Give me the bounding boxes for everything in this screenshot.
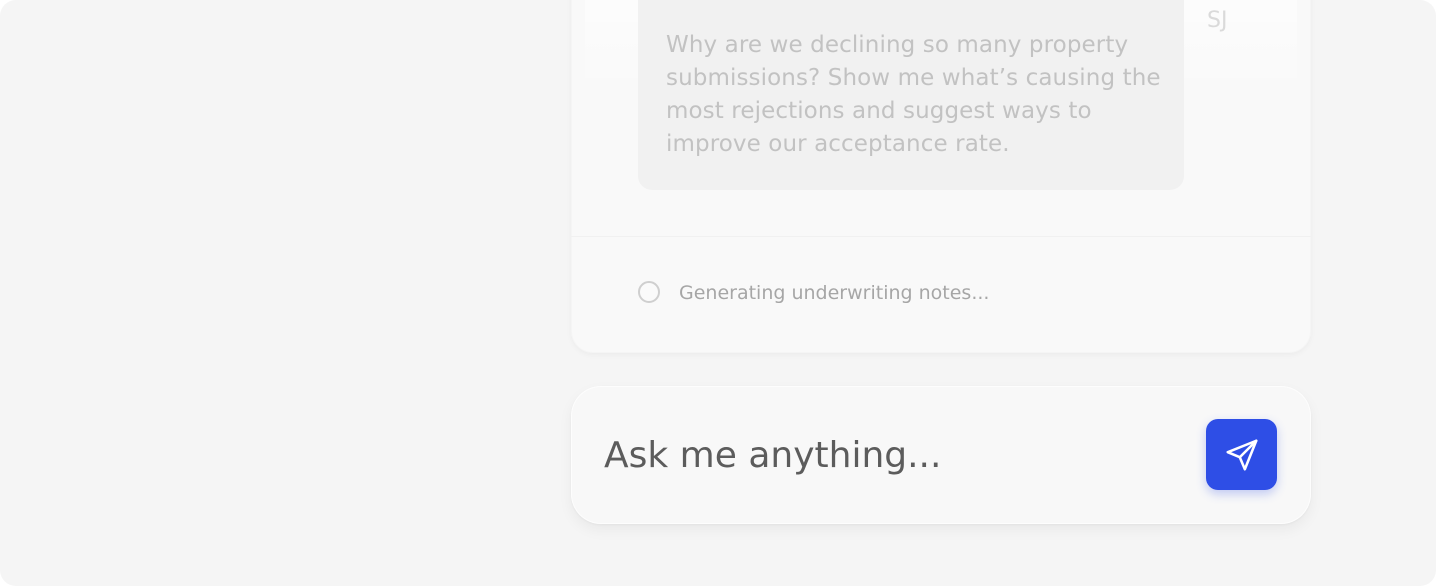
user-message-text: Why are we declining so many property su… [666, 32, 1161, 157]
chat-panel: Why are we declining so many property su… [571, 0, 1311, 353]
generation-status: Generating underwriting notes... [679, 282, 990, 304]
send-paper-plane-icon [1225, 438, 1258, 471]
message-input[interactable] [604, 430, 1184, 480]
user-avatar: SJ [1207, 8, 1228, 33]
send-button[interactable] [1206, 419, 1277, 490]
app-frame: Why are we declining so many property su… [0, 0, 1436, 586]
message-composer [571, 386, 1311, 524]
message-divider [571, 236, 1311, 237]
loading-spinner-icon [638, 281, 660, 303]
